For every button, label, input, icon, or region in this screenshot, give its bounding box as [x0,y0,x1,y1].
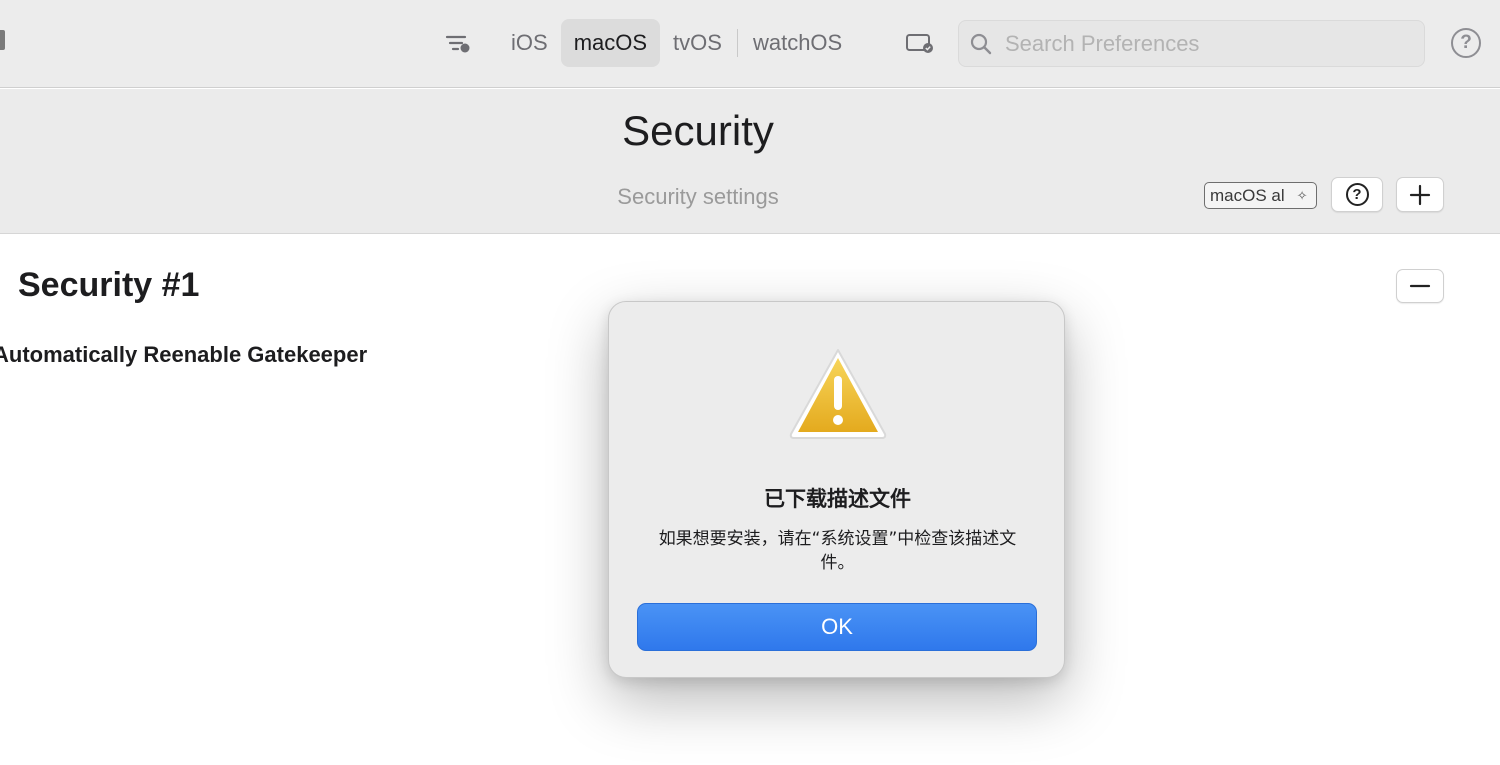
page-header: Security Security settings macOS al ✧ ? [0,89,1500,234]
plus-icon [1409,184,1431,205]
device-icon [906,34,933,53]
setting-label-gatekeeper: Automatically Reenable Gatekeeper [0,342,368,367]
sparkle-icon: ✧ [1296,187,1308,203]
help-icon: ? [1345,183,1369,206]
section-help-button[interactable]: ? [1331,177,1383,212]
platform-badge[interactable]: macOS al ✧ [1204,182,1317,209]
remove-button[interactable] [1396,269,1444,303]
section-title: Security #1 [18,266,200,304]
platform-tabs: iOS macOS tvOS watchOS [498,19,855,67]
help-icon: ? [1460,32,1472,53]
tab-ios[interactable]: iOS [498,19,561,67]
alert-dialog: 已下载描述文件 如果想要安装，请在“系统设置”中检查该描述文件。 OK [608,301,1065,678]
add-button[interactable] [1396,177,1444,212]
platform-badge-label: macOS al [1210,185,1285,205]
page-subtitle: Security settings [617,184,779,209]
filter-button[interactable] [444,30,472,56]
search-field[interactable] [958,20,1425,67]
dialog-title: 已下载描述文件 [764,487,911,511]
minus-icon [1409,284,1431,288]
help-button[interactable]: ? [1451,28,1481,58]
ok-button[interactable]: OK [637,603,1037,651]
device-button[interactable] [904,30,936,56]
tab-divider [736,29,738,57]
tab-tvos[interactable]: tvOS [660,19,735,67]
dialog-message: 如果想要安装，请在“系统设置”中检查该描述文件。 [658,529,1017,573]
search-input[interactable] [1005,30,1405,57]
sidebar-toggle-edge[interactable] [0,30,5,50]
search-icon [970,33,992,54]
filter-icon [445,35,470,53]
tab-macos[interactable]: macOS [560,19,661,67]
tab-watchos[interactable]: watchOS [740,19,855,67]
toolbar: iOS macOS tvOS watchOS ? [0,0,1500,88]
page-title: Security [622,107,774,154]
warning-icon [789,349,887,439]
